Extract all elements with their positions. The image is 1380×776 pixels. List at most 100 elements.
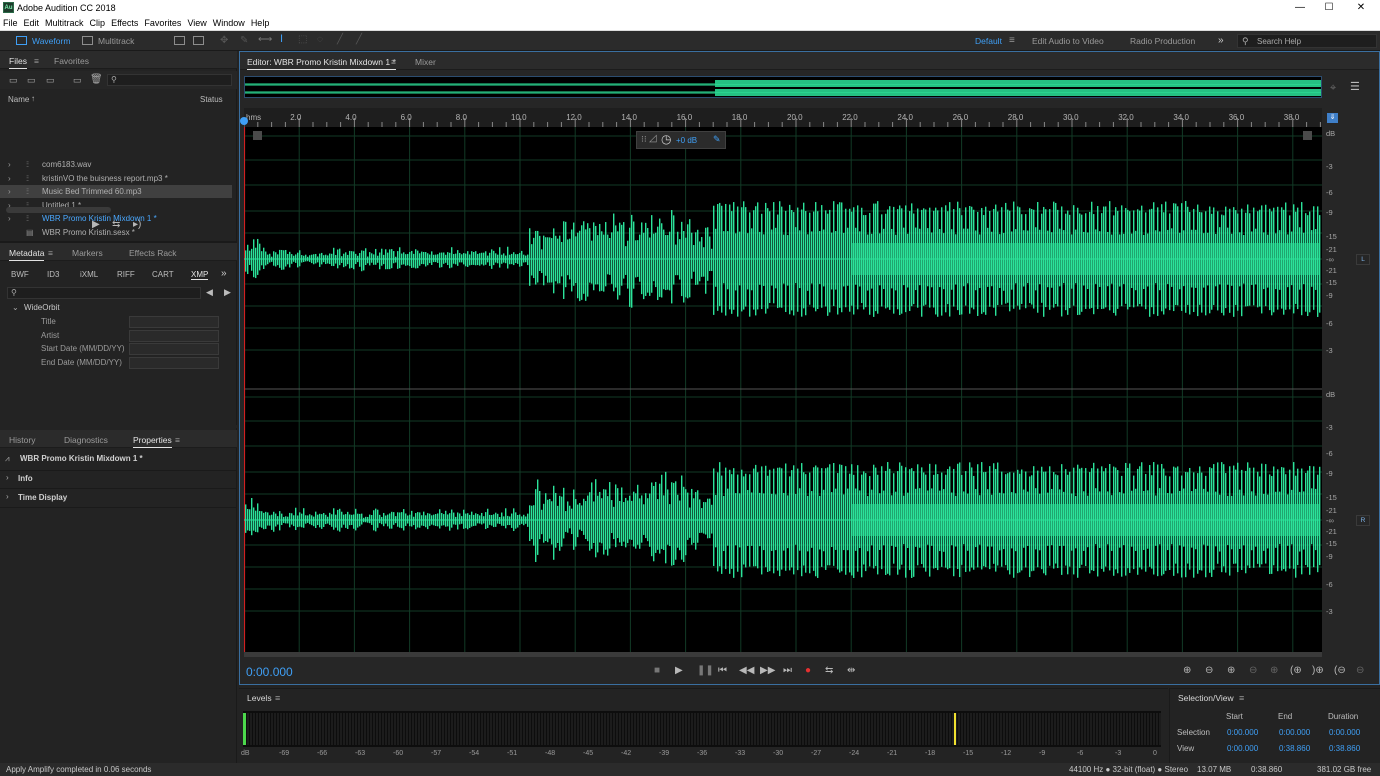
slip-tool-icon[interactable]: ⟷ xyxy=(258,34,272,45)
selection-view-menu-icon[interactable]: ≡ xyxy=(1239,693,1244,703)
subtab-id3[interactable]: ID3 xyxy=(47,270,59,279)
stop-button[interactable]: ■ xyxy=(654,665,660,676)
multitrack-view-button[interactable]: Multitrack xyxy=(98,34,134,48)
lasso-tool-icon[interactable]: ◌ xyxy=(317,34,323,45)
skip-selection-button[interactable]: ⇹ xyxy=(847,665,855,676)
insert-into-multitrack-icon[interactable]: ▭ xyxy=(73,75,82,86)
subtab-cart[interactable]: CART xyxy=(152,270,174,279)
prev-arrow-icon[interactable]: ◀ xyxy=(206,287,213,298)
field-input-end-date[interactable] xyxy=(129,357,219,369)
files-scrollbar[interactable] xyxy=(6,207,111,213)
metadata-group-wideorbit[interactable]: WideOrbit xyxy=(24,303,60,312)
field-input-title[interactable] xyxy=(129,316,219,328)
zoom-out-amplitude-icon[interactable]: ⊖ xyxy=(1205,665,1213,676)
files-search-input[interactable]: ⚲ xyxy=(107,74,232,86)
menu-edit[interactable]: Edit xyxy=(21,16,43,28)
column-status[interactable]: Status xyxy=(200,95,223,104)
section-time-display[interactable]: Time Display xyxy=(18,493,67,502)
move-tool-icon[interactable]: ✥ xyxy=(220,35,228,46)
zoom-in-time-icon[interactable]: ⊕ xyxy=(1227,665,1235,676)
field-input-artist[interactable] xyxy=(129,330,219,342)
panel-options-icon[interactable]: ☰ xyxy=(1350,80,1360,93)
current-time-display[interactable]: 0:00.000 xyxy=(246,665,293,679)
search-help-input[interactable]: Search Help xyxy=(1257,37,1301,46)
file-list-item[interactable]: › ⫶⫶ kristinVO the buisness report.mp3 * xyxy=(0,172,232,185)
tab-diagnostics[interactable]: Diagnostics xyxy=(64,435,108,445)
hud-pin-icon[interactable]: ✎ xyxy=(713,134,721,145)
menu-favorites[interactable]: Favorites xyxy=(141,16,184,28)
tab-favorites[interactable]: Favorites xyxy=(54,56,89,66)
level-meter[interactable] xyxy=(243,711,1161,747)
more-workspaces-icon[interactable]: » xyxy=(1218,34,1224,48)
zoom-full-icon[interactable]: ⊕ xyxy=(1270,665,1278,676)
view-start[interactable]: 0:00.000 xyxy=(1227,744,1258,753)
lock-ruler-icon[interactable]: ⇓ xyxy=(1327,113,1338,123)
zoom-in-at-point-icon[interactable]: )⊕ xyxy=(1312,665,1324,676)
tab-effects-rack[interactable]: Effects Rack xyxy=(129,248,177,258)
expand-icon[interactable]: › xyxy=(8,185,11,198)
overview-navigator[interactable] xyxy=(244,76,1322,98)
menu-file[interactable]: File xyxy=(0,16,21,28)
razor-tool-icon[interactable]: ✎ xyxy=(240,35,248,46)
group-expand-icon[interactable]: ⌄ xyxy=(12,303,19,312)
hud-volume-control[interactable]: ⁝⁝ ◿ ◷ +0 dB ✎ xyxy=(636,131,726,149)
expand-icon[interactable]: › xyxy=(8,158,11,171)
waveform-display[interactable] xyxy=(244,127,1322,652)
close-button[interactable]: ✕ xyxy=(1346,0,1376,16)
metadata-menu-icon[interactable]: ≡ xyxy=(48,248,53,258)
column-name[interactable]: Name xyxy=(8,95,29,104)
selection-duration[interactable]: 0:00.000 xyxy=(1329,728,1360,737)
hud-gain-value[interactable]: +0 dB xyxy=(676,136,697,145)
play-button[interactable]: ▶ xyxy=(675,665,683,676)
workspace-default[interactable]: Default xyxy=(975,34,1002,48)
selection-start[interactable]: 0:00.000 xyxy=(1227,728,1258,737)
delete-file-icon[interactable]: 🗑 xyxy=(90,74,103,85)
rewind-button[interactable]: ◀◀ xyxy=(739,665,754,676)
levels-menu-icon[interactable]: ≡ xyxy=(275,693,280,703)
menu-help[interactable]: Help xyxy=(248,16,273,28)
tab-editor[interactable]: Editor: WBR Promo Kristin Mixdown 1 * xyxy=(247,57,396,70)
spectral-display-icon[interactable] xyxy=(174,36,185,45)
auto-play-icon[interactable]: ▸) xyxy=(133,219,141,230)
menu-multitrack[interactable]: Multitrack xyxy=(42,16,87,28)
open-file-icon[interactable]: ▭ xyxy=(9,75,18,86)
fade-in-handle-icon[interactable] xyxy=(253,131,262,140)
minimize-button[interactable]: — xyxy=(1285,0,1315,16)
hud-grip-icon[interactable]: ⁝⁝ xyxy=(641,134,647,145)
metadata-search-input[interactable]: ⚲ xyxy=(7,287,201,299)
tab-metadata[interactable]: Metadata xyxy=(9,248,45,261)
volume-knob-icon[interactable]: ◷ xyxy=(661,132,671,146)
maximize-button[interactable]: ☐ xyxy=(1314,0,1344,16)
subtab-riff[interactable]: RIFF xyxy=(117,270,135,279)
import-file-icon[interactable]: ▭ xyxy=(27,75,36,86)
zoom-to-selection-icon[interactable]: (⊕ xyxy=(1290,665,1302,676)
more-subtabs-icon[interactable]: » xyxy=(221,268,227,279)
zoom-reset-icon[interactable]: ⊖ xyxy=(1356,665,1364,676)
zoom-out-full-icon[interactable]: (⊖ xyxy=(1334,665,1346,676)
time-display-expand-icon[interactable]: › xyxy=(6,492,9,501)
zoom-navigator-icon[interactable]: ⌖ xyxy=(1330,82,1336,95)
selection-end[interactable]: 0:00.000 xyxy=(1279,728,1310,737)
expand-icon[interactable]: › xyxy=(8,172,11,185)
fade-out-handle-icon[interactable] xyxy=(1303,131,1312,140)
subtab-xmp[interactable]: XMP xyxy=(191,270,209,280)
new-file-icon[interactable]: ▭ xyxy=(46,75,55,86)
playhead-handle[interactable] xyxy=(240,117,248,125)
time-selection-tool-icon[interactable]: I xyxy=(280,33,283,45)
section-info[interactable]: Info xyxy=(18,474,33,483)
record-button[interactable]: ● xyxy=(805,665,811,676)
tab-properties[interactable]: Properties xyxy=(133,435,172,448)
loop-playback-button[interactable]: ⇆ xyxy=(825,665,833,676)
horizontal-scrollbar[interactable] xyxy=(244,652,1322,657)
go-to-end-button[interactable]: ⏭ xyxy=(783,665,792,676)
tab-markers[interactable]: Markers xyxy=(72,248,103,258)
marquee-tool-icon[interactable]: ⬚ xyxy=(298,34,307,45)
spot-healing-tool-icon[interactable]: ╱ xyxy=(356,34,362,45)
channel-left-badge[interactable]: L xyxy=(1356,254,1370,265)
menu-window[interactable]: Window xyxy=(210,16,248,28)
workspace-edit-audio-to-video[interactable]: Edit Audio to Video xyxy=(1032,34,1104,48)
file-list-item[interactable]: › ⫶⫶ com6183.wav xyxy=(0,158,232,171)
menu-view[interactable]: View xyxy=(184,16,209,28)
waveform-view-button[interactable]: Waveform xyxy=(32,34,70,48)
spectral-pitch-icon[interactable] xyxy=(193,36,204,45)
